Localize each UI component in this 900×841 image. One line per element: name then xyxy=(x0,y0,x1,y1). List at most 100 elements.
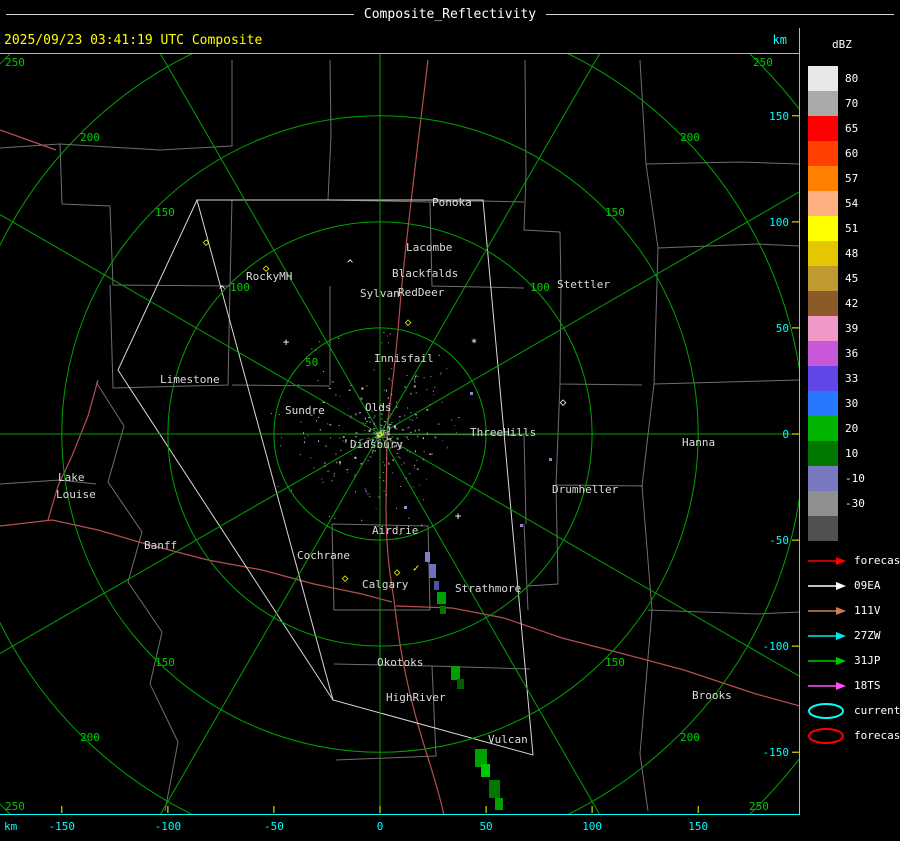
legend-swatch xyxy=(808,166,838,191)
site-marker: ◇ xyxy=(560,396,567,409)
legend-entry: 45 xyxy=(808,266,865,291)
radar-map[interactable]: 5010015020025010015020025015020025015020… xyxy=(0,54,800,815)
track-arrow-icon xyxy=(806,627,850,645)
y-axis-tick-label: 50 xyxy=(776,322,789,335)
city-label: ThreeHills xyxy=(470,426,536,439)
radial-line xyxy=(99,54,380,434)
legend-swatch xyxy=(808,366,838,391)
legend-swatch xyxy=(808,266,838,291)
legend-value-label: 60 xyxy=(845,147,858,160)
site-marker: ^ xyxy=(219,284,226,297)
ring-distance-label: 150 xyxy=(155,656,175,669)
city-label: Ponoka xyxy=(432,196,472,209)
storm-ellipse-icon xyxy=(806,702,850,720)
legend-entry: 30 xyxy=(808,391,865,416)
overlay-key-label: current xyxy=(854,704,900,717)
precip-echo-cell xyxy=(429,564,436,578)
legend-swatch xyxy=(808,141,838,166)
reflectivity-color-scale: 80706560575451484542393633302010-10-30 xyxy=(808,66,865,541)
legend-value-label: -30 xyxy=(845,497,865,510)
city-label: Strathmore xyxy=(455,582,521,595)
overlay-key-entry: current xyxy=(806,698,900,723)
legend-entry xyxy=(808,516,865,541)
legend-swatch xyxy=(808,116,838,141)
city-label: Calgary xyxy=(362,578,409,591)
ring-distance-label: 200 xyxy=(680,131,700,144)
site-marker: + xyxy=(283,336,290,349)
legend-entry: 65 xyxy=(808,116,865,141)
city-label: Stettler xyxy=(557,278,610,291)
overlay-key-label: forecast xyxy=(854,729,900,742)
legend-swatch xyxy=(808,316,838,341)
city-label: Louise xyxy=(56,488,96,501)
site-marker: ◇ xyxy=(394,566,401,579)
city-label: Brooks xyxy=(692,689,732,702)
precip-echo-cell xyxy=(549,458,552,461)
precip-echo-cell xyxy=(451,666,460,680)
overlay-key-entry: 111V xyxy=(806,598,900,623)
ring-distance-label: 50 xyxy=(305,356,318,369)
legend-value-label: 10 xyxy=(845,447,858,460)
legend-entry: 48 xyxy=(808,241,865,266)
legend-swatch xyxy=(808,91,838,116)
x-axis-tick-label: 100 xyxy=(582,820,602,833)
city-label: Blackfalds xyxy=(392,267,458,280)
legend-value-label: 57 xyxy=(845,172,858,185)
overlay-key-list: forecast 09EA 111V27ZW31JP 18TS current forec… xyxy=(806,548,900,748)
radar-application-window: Composite_Reflectivity 2025/09/23 03:41:… xyxy=(0,0,900,841)
ring-distance-label: 200 xyxy=(80,131,100,144)
city-label: Sundre xyxy=(285,404,325,417)
precip-echo-cell xyxy=(520,524,523,527)
scan-sector-outline xyxy=(118,200,533,755)
ring-distance-label: 250 xyxy=(5,800,25,813)
storm-ellipse-icon xyxy=(806,727,850,745)
radial-line xyxy=(0,153,380,434)
precip-echo-cell xyxy=(495,798,503,810)
city-label: Cochrane xyxy=(297,549,350,562)
legend-entry: 70 xyxy=(808,91,865,116)
radial-line xyxy=(0,434,380,715)
legend-swatch xyxy=(808,466,838,491)
city-label: Airdrie xyxy=(372,524,418,537)
ring-distance-label: 200 xyxy=(680,731,700,744)
y-axis-tick-label: 0 xyxy=(782,428,789,441)
legend-swatch xyxy=(808,416,838,441)
ring-distance-label: 250 xyxy=(5,56,25,69)
legend-value-label: 39 xyxy=(845,322,858,335)
title-divider-right xyxy=(546,14,894,15)
overlay-key-entry: forecast xyxy=(806,548,900,573)
y-axis-tick-label: -50 xyxy=(769,534,789,547)
legend-entry: 80 xyxy=(808,66,865,91)
legend-swatch xyxy=(808,441,838,466)
precip-echo-cell xyxy=(437,592,446,604)
legend-entry: 10 xyxy=(808,441,865,466)
legend-value-label: 45 xyxy=(845,272,858,285)
overlay-key-label: 18TS xyxy=(854,679,881,692)
city-label: Hanna xyxy=(682,436,715,449)
title-divider-left xyxy=(6,14,354,15)
ring-distance-label: 200 xyxy=(80,731,100,744)
legend-value-label: 48 xyxy=(845,247,858,260)
legend-swatch xyxy=(808,516,838,541)
y-axis-unit-label: km xyxy=(773,33,787,47)
legend-swatch xyxy=(808,291,838,316)
legend-value-label: 70 xyxy=(845,97,858,110)
radar-map-canvas[interactable]: 5010015020025010015020025015020025015020… xyxy=(0,54,800,815)
y-axis-tick-label: 150 xyxy=(769,110,789,123)
precip-echo-cell xyxy=(440,606,446,614)
track-arrow-icon xyxy=(806,602,850,620)
x-axis-tick-label: 150 xyxy=(688,820,708,833)
legend-swatch xyxy=(808,66,838,91)
overlay-key-label: 09EA xyxy=(854,579,881,592)
legend-entry: 51 xyxy=(808,216,865,241)
city-label: Olds xyxy=(365,401,392,414)
legend-value-label: 80 xyxy=(845,72,858,85)
precip-echo-cell xyxy=(481,764,490,777)
overlay-key-entry: 27ZW xyxy=(806,623,900,648)
legend-value-label: 36 xyxy=(845,347,858,360)
x-axis-tick-label: -100 xyxy=(155,820,182,833)
legend-entry: 57 xyxy=(808,166,865,191)
legend-value-label: 54 xyxy=(845,197,858,210)
legend-swatch xyxy=(808,341,838,366)
overlay-key-entry: 31JP xyxy=(806,648,900,673)
